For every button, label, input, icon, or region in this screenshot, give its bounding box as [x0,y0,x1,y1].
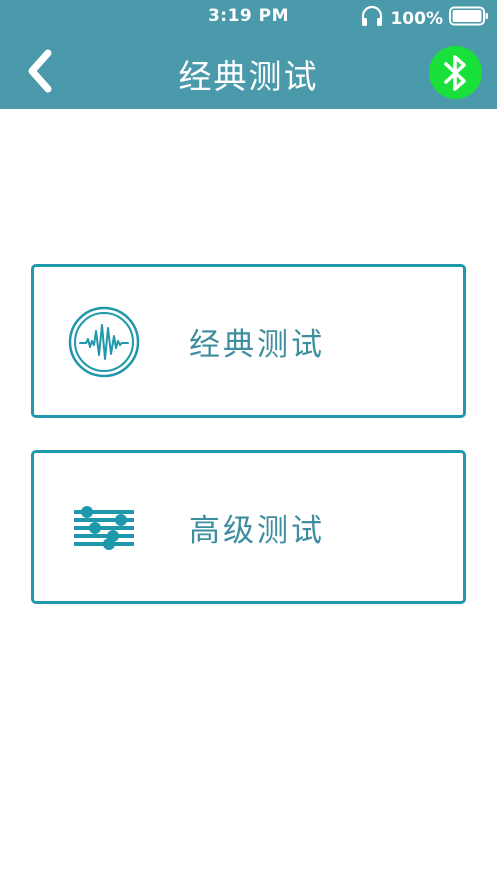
back-button[interactable] [20,46,60,96]
app-header: 3:19 PM 100% 经典测试 [0,0,497,109]
headphones-icon [360,5,384,32]
chevron-left-icon [28,49,52,93]
status-bar: 3:19 PM 100% [0,0,497,32]
battery-percentage: 100% [390,8,443,29]
waveform-icon [68,306,140,378]
bluetooth-icon [443,54,466,91]
nav-bar: 经典测试 [0,32,497,109]
classic-test-option[interactable]: 经典测试 [31,264,466,418]
equalizer-sliders-icon [68,492,140,564]
battery-icon [449,6,489,31]
advanced-test-label: 高级测试 [189,512,325,549]
advanced-test-option[interactable]: 高级测试 [31,450,466,604]
page-title: 经典测试 [178,57,319,96]
bluetooth-button[interactable] [429,46,482,99]
status-right: 100% [360,5,489,32]
classic-test-label: 经典测试 [189,326,325,363]
